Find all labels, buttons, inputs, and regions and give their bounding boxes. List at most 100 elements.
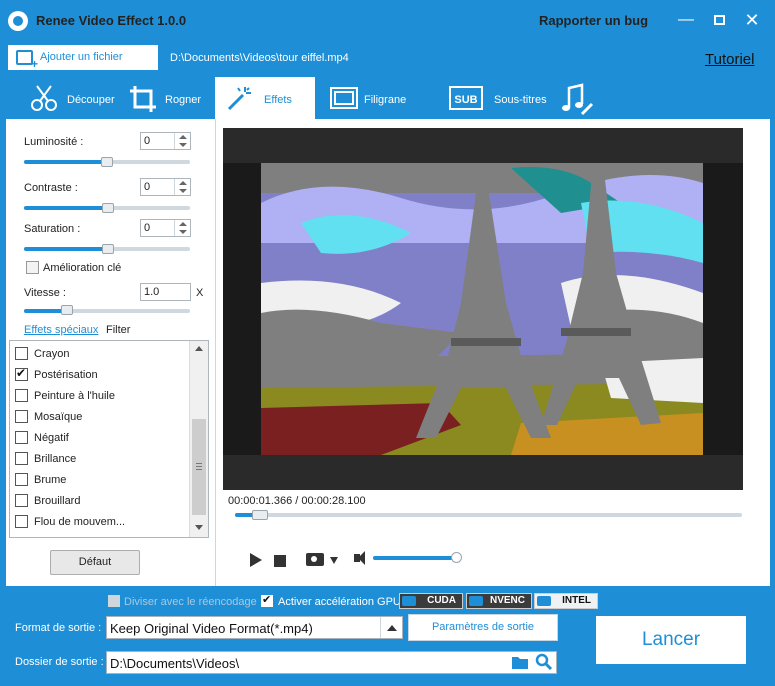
effect-item-haze[interactable]: Brume <box>13 469 188 490</box>
effect-checkbox[interactable] <box>15 494 28 507</box>
saturation-spinbox[interactable]: 0 <box>140 219 191 237</box>
saturation-slider-handle[interactable] <box>102 244 114 254</box>
timecode: 00:00:01.366 / 00:00:28.100 <box>228 495 366 507</box>
effect-checkbox[interactable] <box>15 473 28 486</box>
effect-item-glow[interactable]: Brillance <box>13 448 188 469</box>
tab-special-effects[interactable]: Effets spéciaux <box>24 324 98 336</box>
speed-input[interactable]: 1.0 <box>140 283 191 301</box>
effect-label: Peinture à l'huile <box>34 390 115 402</box>
intel-badge: INTEL <box>534 593 598 609</box>
speed-slider-handle[interactable] <box>61 305 73 315</box>
effect-checkbox[interactable] <box>15 366 28 381</box>
output-folder-field[interactable]: D:\Documents\Videos\ <box>106 651 557 674</box>
split-reencode-label: Diviser avec le réencodage <box>124 596 257 608</box>
file-path: D:\Documents\Videos\tour eiffel.mp4 <box>170 52 349 64</box>
saturation-label: Saturation : <box>24 223 81 235</box>
stop-icon[interactable] <box>274 555 286 567</box>
play-icon[interactable] <box>250 553 262 567</box>
cuda-badge: CUDA <box>399 593 463 609</box>
dropdown-arrow-icon[interactable] <box>380 617 402 638</box>
tab-sous-titres-label: Sous-titres <box>494 94 547 106</box>
effect-item-mosaic[interactable]: Mosaïque <box>13 406 188 427</box>
tab-rogner[interactable]: Rogner <box>126 77 212 119</box>
camera-icon[interactable] <box>306 553 324 566</box>
tab-filter[interactable]: Filter <box>106 324 130 336</box>
effect-checkbox[interactable] <box>15 410 28 423</box>
speed-unit: X <box>196 287 204 299</box>
tab-effets[interactable]: Effets <box>215 77 315 119</box>
split-reencode-checkbox[interactable] <box>108 595 120 607</box>
effect-checkbox[interactable] <box>15 452 28 465</box>
effect-checkbox[interactable] <box>15 515 28 528</box>
seek-handle[interactable] <box>252 510 268 520</box>
spin-arrows-icon[interactable] <box>174 133 190 149</box>
effect-item-motion-blur[interactable]: Flou de mouvem... <box>13 511 188 532</box>
effect-item-posterisation[interactable]: Postérisation <box>13 364 188 385</box>
seek-bar[interactable] <box>235 513 742 517</box>
tab-sous-titres[interactable]: SUB Sous-titres <box>448 77 553 119</box>
effect-label: Brouillard <box>34 495 81 507</box>
chevron-down-icon[interactable] <box>330 557 338 564</box>
output-format-select[interactable]: Keep Original Video Format(*.mp4) <box>106 616 403 639</box>
output-params-button[interactable]: Paramètres de sortie <box>408 614 558 641</box>
effect-label: Brume <box>34 474 67 486</box>
output-folder-value: D:\Documents\Videos\ <box>110 656 240 671</box>
gpu-accel-label: Activer accélération GPU <box>278 596 401 608</box>
svg-text:SUB: SUB <box>454 94 477 106</box>
nvenc-badge-label: NVENC <box>489 595 525 606</box>
output-format-value: Keep Original Video Format(*.mp4) <box>110 621 313 636</box>
effect-item-crayon[interactable]: Crayon <box>13 343 188 364</box>
close-icon[interactable]: ✕ <box>740 9 764 31</box>
volume-icon[interactable] <box>354 551 365 565</box>
effect-label: Flou de mouvem... <box>34 516 126 528</box>
maximize-icon[interactable] <box>707 9 731 31</box>
launch-button[interactable]: Lancer <box>596 616 746 664</box>
add-file-icon <box>16 50 38 71</box>
effect-item-oil-painting[interactable]: Peinture à l'huile <box>13 385 188 406</box>
search-icon[interactable] <box>535 653 553 671</box>
effect-item-fog[interactable]: Brouillard <box>13 490 188 511</box>
folder-icon[interactable] <box>511 654 529 670</box>
brightness-spinbox[interactable]: 0 <box>140 132 191 150</box>
nvidia-icon <box>402 596 416 606</box>
spin-arrows-icon[interactable] <box>174 179 190 195</box>
intel-badge-label: INTEL <box>562 595 591 606</box>
effect-label: Mosaïque <box>34 411 83 423</box>
crop-icon <box>130 86 156 112</box>
brightness-slider-handle[interactable] <box>101 157 113 167</box>
volume-handle[interactable] <box>451 552 462 563</box>
spin-arrows-icon[interactable] <box>174 220 190 236</box>
scissors-icon <box>31 85 57 111</box>
tab-music[interactable] <box>556 77 600 119</box>
saturation-value: 0 <box>144 222 151 234</box>
scroll-down-icon[interactable] <box>195 525 203 530</box>
contrast-label: Contraste : <box>24 182 78 194</box>
app-logo-icon <box>8 11 28 31</box>
gpu-accel-checkbox[interactable] <box>261 593 273 607</box>
effect-checkbox[interactable] <box>15 389 28 402</box>
minimize-icon[interactable]: — <box>674 9 698 31</box>
speed-slider[interactable] <box>24 309 190 313</box>
effect-checkbox[interactable] <box>15 347 28 360</box>
effect-label: Postérisation <box>34 369 98 381</box>
volume-slider[interactable] <box>373 556 461 560</box>
tutorial-link[interactable]: Tutoriel <box>705 51 754 68</box>
effect-item-negative[interactable]: Négatif <box>13 427 188 448</box>
nvenc-badge: NVENC <box>466 593 532 609</box>
subtitle-icon: SUB <box>449 86 483 110</box>
default-button[interactable]: Défaut <box>50 550 140 575</box>
contrast-slider-handle[interactable] <box>102 203 114 213</box>
tab-filigrane[interactable]: Filigrane <box>325 77 425 119</box>
effect-checkbox[interactable] <box>15 431 28 444</box>
scrollbar-thumb[interactable] <box>192 419 206 515</box>
scroll-up-icon[interactable] <box>195 346 203 351</box>
key-enhancement-label: Amélioration clé <box>43 262 122 274</box>
effects-scrollbar[interactable] <box>189 341 208 537</box>
music-edit-icon <box>562 83 594 116</box>
report-bug-link[interactable]: Rapporter un bug <box>539 13 648 28</box>
tab-rogner-label: Rogner <box>165 94 202 106</box>
tab-decouper[interactable]: Découper <box>25 77 117 119</box>
brightness-value: 0 <box>144 135 151 147</box>
contrast-spinbox[interactable]: 0 <box>140 178 191 196</box>
key-enhancement-checkbox[interactable] <box>26 261 39 274</box>
